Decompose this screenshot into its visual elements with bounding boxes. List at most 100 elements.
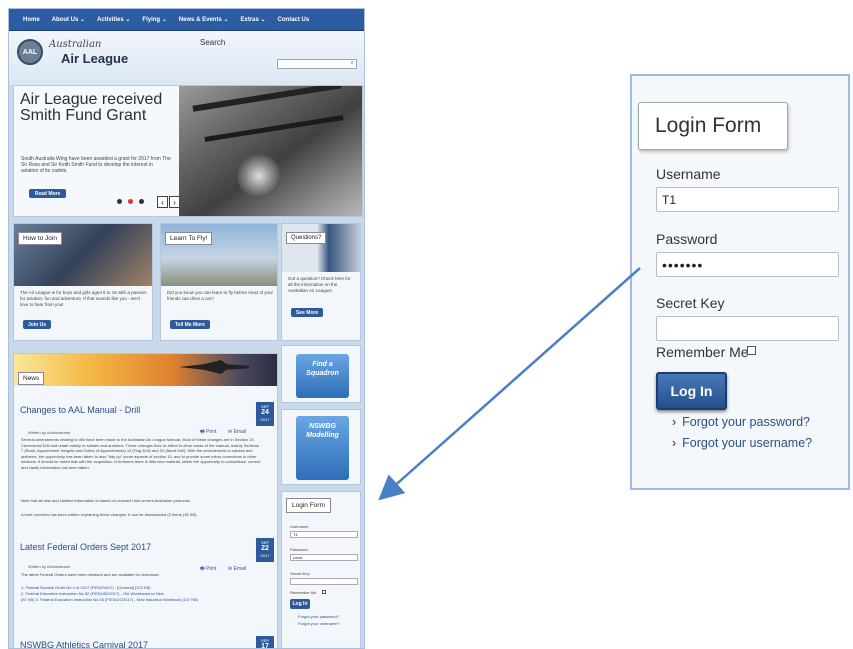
- nav-activities[interactable]: Activities ⌄: [97, 16, 130, 23]
- find-squadron-tile[interactable]: Find a Squadron: [296, 354, 349, 398]
- jet-silhouette: [179, 360, 249, 374]
- search-input[interactable]: ⌕: [277, 59, 357, 69]
- print-label: Print: [206, 429, 217, 435]
- login-form-zoom: Login Form Username T1 Password ••••••• …: [630, 74, 850, 490]
- article-body: Note that all new and clarified informat…: [21, 498, 191, 503]
- nav-home[interactable]: Home: [23, 17, 40, 23]
- forgot-username-link[interactable]: › Forgot your username?: [672, 436, 812, 450]
- read-more-button[interactable]: Read More: [29, 189, 66, 198]
- news-label: News: [18, 372, 45, 385]
- article-meta: Written by Administrator: [28, 564, 71, 569]
- date-badge: SEP 22 2017: [256, 538, 274, 562]
- website-screenshot: Home About Us ⌄ Activities ⌄ Flying ⌄ Ne…: [8, 8, 365, 649]
- logo-badge[interactable]: AAL: [17, 39, 43, 65]
- login-button[interactable]: Log In: [656, 372, 727, 410]
- email-label: Email: [233, 429, 247, 435]
- date-badge: SEP 24 2017: [256, 402, 274, 426]
- search-label: Search: [200, 38, 226, 47]
- article-title[interactable]: Latest Federal Orders Sept 2017: [20, 542, 151, 552]
- tell-me-more-button[interactable]: Tell Me More: [170, 320, 210, 329]
- article-title[interactable]: NSWBG Athletics Carnival 2017: [20, 640, 148, 648]
- nav-contact[interactable]: Contact Us: [278, 17, 310, 23]
- slider-dot[interactable]: [117, 199, 122, 204]
- biplane-propeller: [234, 151, 284, 201]
- slider-dot-active[interactable]: [128, 199, 133, 204]
- secret-key-label: Secret Key: [656, 295, 725, 311]
- join-us-button[interactable]: Join Us: [23, 320, 52, 329]
- small-secret-label: Secret Key: [290, 571, 310, 576]
- site-header: AAL Australian Air League Search ⌕: [9, 31, 364, 85]
- small-forgot-username-link[interactable]: Forgot your username?: [298, 621, 340, 626]
- card-text: Did you know you can learn to fly before…: [167, 290, 274, 301]
- article-meta: Written by Administrator: [28, 430, 71, 435]
- sunset-banner: [14, 354, 277, 386]
- password-input[interactable]: •••••••: [656, 252, 839, 277]
- date-day: 17: [261, 643, 269, 649]
- username-input[interactable]: T1: [656, 187, 839, 212]
- date-year: 2017: [260, 553, 270, 558]
- small-forgot-password-link[interactable]: Forgot your password?: [298, 614, 339, 619]
- remember-me-label: Remember Me: [656, 344, 749, 360]
- slider-prev-button[interactable]: ‹: [157, 196, 168, 208]
- card-label: Questions?: [286, 232, 327, 244]
- slider-dot[interactable]: [139, 199, 144, 204]
- logo-main-text: Air League: [61, 51, 129, 66]
- article-body: The latest Federal Orders have been rele…: [21, 572, 160, 577]
- remember-me-checkbox[interactable]: [747, 346, 756, 355]
- small-remember-label: Remember Me: [290, 590, 317, 595]
- login-form-title: Login Form: [638, 102, 788, 150]
- card-text: The Air League is for boys and girls age…: [20, 290, 147, 307]
- download-link[interactable]: 1. Federal Routine Order No 4 of 2017 (F…: [21, 585, 261, 591]
- search-icon[interactable]: ⌕: [351, 60, 354, 67]
- card-how-to-join: How to Join The Air League is for boys a…: [13, 223, 153, 341]
- chevron-right-icon: ›: [672, 436, 677, 450]
- nav-flying[interactable]: Flying ⌄: [142, 16, 166, 23]
- secret-key-input[interactable]: [656, 316, 839, 341]
- download-link[interactable]: (87 KB) 3. Federal Education Instruction…: [21, 597, 261, 603]
- nav-extras[interactable]: Extras ⌄: [241, 16, 266, 23]
- download-link[interactable]: 2. Federal Education Instruction No 52 (…: [21, 591, 261, 597]
- slider-arrows: ‹ ›: [157, 196, 180, 208]
- hero-slider: Air League received Smith Fund Grant Sou…: [13, 85, 363, 217]
- news-section: News Changes to AAL Manual - Drill SEP 2…: [13, 353, 278, 649]
- card-label: Learn To Fly!: [165, 232, 213, 245]
- small-login-form: Login Form Username T1 Password ••••••• …: [281, 491, 361, 648]
- hero-text: South Australia Wing have been awarded a…: [21, 156, 171, 174]
- card-questions: Questions? Got a question? Check here fo…: [281, 223, 361, 341]
- arrow-line: [378, 267, 641, 501]
- nav-about[interactable]: About Us ⌄: [52, 16, 85, 23]
- small-secret-input[interactable]: [290, 578, 358, 585]
- chevron-right-icon: ›: [672, 415, 677, 429]
- date-day: 24: [261, 409, 269, 416]
- date-badge: SEP 17 2017: [256, 636, 274, 649]
- email-link[interactable]: ✉ Email: [228, 429, 246, 435]
- forgot-username-label: Forgot your username?: [682, 436, 813, 450]
- date-day: 22: [261, 545, 269, 552]
- forgot-password-link[interactable]: › Forgot your password?: [672, 415, 810, 429]
- modelling-panel: NSWBG Modelling: [281, 409, 361, 485]
- print-link[interactable]: 🖶 Print: [200, 429, 216, 437]
- see-more-button[interactable]: See More: [291, 308, 324, 317]
- main-nav: Home About Us ⌄ Activities ⌄ Flying ⌄ Ne…: [9, 9, 364, 31]
- date-year: 2017: [260, 417, 270, 422]
- password-label: Password: [656, 231, 718, 247]
- slider-dots: [117, 199, 144, 204]
- forgot-password-label: Forgot your password?: [682, 415, 811, 429]
- nswbg-modelling-tile[interactable]: NSWBG Modelling: [296, 416, 349, 480]
- username-label: Username: [656, 166, 721, 182]
- article-body: A brief overview has been written explai…: [21, 512, 198, 517]
- small-username-input[interactable]: T1: [290, 531, 358, 538]
- find-squadron-panel: Find a Squadron: [281, 345, 361, 403]
- card-learn-to-fly: Learn To Fly! Did you know you can learn…: [160, 223, 278, 341]
- small-remember-checkbox[interactable]: [322, 590, 326, 594]
- nav-news-events[interactable]: News & Events ⌄: [179, 16, 229, 23]
- small-login-title: Login Form: [286, 498, 331, 513]
- small-password-input[interactable]: •••••••: [290, 554, 358, 561]
- card-text: Got a question? Check here for all the i…: [288, 276, 351, 293]
- small-username-label: Username: [290, 524, 309, 529]
- card-label: How to Join: [18, 232, 62, 245]
- small-login-button[interactable]: Log In: [290, 599, 310, 609]
- article-title[interactable]: Changes to AAL Manual - Drill: [20, 405, 140, 415]
- article-body: Several amendments relating to drill hav…: [21, 437, 261, 470]
- small-password-label: Password: [290, 547, 308, 552]
